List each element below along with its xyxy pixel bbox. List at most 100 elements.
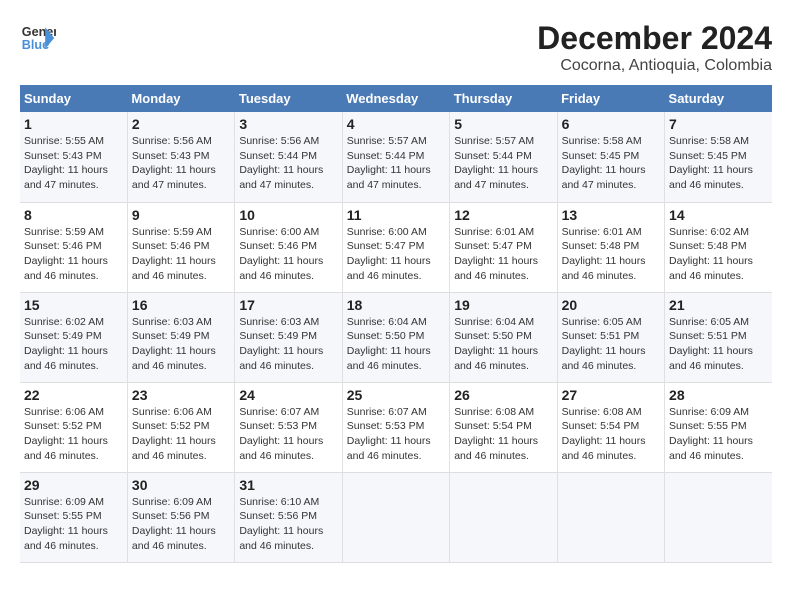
day-cell: 26Sunrise: 6:08 AM Sunset: 5:54 PM Dayli… [450, 382, 557, 472]
day-cell: 24 Sunrise: 6:07 AM Sunset: 5:53 PM Dayli… [235, 382, 342, 472]
day-number: 27 [562, 387, 660, 403]
day-info: Sunrise: 6:01 AM Sunset: 5:47 PM Dayligh… [454, 225, 552, 284]
day-info: Sunrise: 6:06 AM Sunset: 5:52 PM Dayligh… [132, 405, 230, 464]
day-info: Sunrise: 6:02 AM Sunset: 5:49 PM Dayligh… [24, 315, 123, 374]
day-cell: 28 Sunrise: 6:09 AM Sunset: 5:55 PM Dayli… [665, 382, 772, 472]
day-number: 6 [562, 116, 660, 132]
day-cell: 16 Sunrise: 6:03 AM Sunset: 5:49 PM Dayli… [127, 292, 234, 382]
day-info: Sunrise: 5:57 AM Sunset: 5:44 PM Dayligh… [454, 134, 552, 193]
main-title: December 2024 [537, 20, 772, 57]
calendar-table: SundayMondayTuesdayWednesdayThursdayFrid… [20, 85, 772, 563]
day-cell: 2 Sunrise: 5:56 AM Sunset: 5:43 PM Daylig… [127, 112, 234, 202]
day-info: Sunrise: 6:01 AM Sunset: 5:48 PM Dayligh… [562, 225, 660, 284]
day-cell [557, 472, 664, 562]
day-cell: 22 Sunrise: 6:06 AM Sunset: 5:52 PM Dayli… [20, 382, 127, 472]
day-cell: 4 Sunrise: 5:57 AM Sunset: 5:44 PM Daylig… [342, 112, 449, 202]
header-row: SundayMondayTuesdayWednesdayThursdayFrid… [20, 85, 772, 112]
day-number: 17 [239, 297, 337, 313]
day-number: 13 [562, 207, 660, 223]
day-cell: 17 Sunrise: 6:03 AM Sunset: 5:49 PM Dayli… [235, 292, 342, 382]
day-number: 19 [454, 297, 552, 313]
day-cell: 6 Sunrise: 5:58 AM Sunset: 5:45 PM Daylig… [557, 112, 664, 202]
day-info: Sunrise: 5:58 AM Sunset: 5:45 PM Dayligh… [669, 134, 768, 193]
col-header-friday: Friday [557, 85, 664, 112]
day-cell: 15Sunrise: 6:02 AM Sunset: 5:49 PM Dayli… [20, 292, 127, 382]
svg-text:Blue: Blue [22, 38, 49, 52]
day-number: 18 [347, 297, 445, 313]
day-number: 22 [24, 387, 123, 403]
day-cell [342, 472, 449, 562]
day-number: 25 [347, 387, 445, 403]
day-info: Sunrise: 6:09 AM Sunset: 5:55 PM Dayligh… [24, 495, 123, 554]
day-info: Sunrise: 6:05 AM Sunset: 5:51 PM Dayligh… [669, 315, 768, 374]
day-cell: 19 Sunrise: 6:04 AM Sunset: 5:50 PM Dayli… [450, 292, 557, 382]
day-info: Sunrise: 6:00 AM Sunset: 5:46 PM Dayligh… [239, 225, 337, 284]
day-number: 9 [132, 207, 230, 223]
week-row-4: 22 Sunrise: 6:06 AM Sunset: 5:52 PM Dayli… [20, 382, 772, 472]
day-info: Sunrise: 6:00 AM Sunset: 5:47 PM Dayligh… [347, 225, 445, 284]
day-cell: 18 Sunrise: 6:04 AM Sunset: 5:50 PM Dayli… [342, 292, 449, 382]
day-info: Sunrise: 5:58 AM Sunset: 5:45 PM Dayligh… [562, 134, 660, 193]
col-header-wednesday: Wednesday [342, 85, 449, 112]
day-number: 8 [24, 207, 123, 223]
day-cell: 1 Sunrise: 5:55 AM Sunset: 5:43 PM Daylig… [20, 112, 127, 202]
day-info: Sunrise: 5:59 AM Sunset: 5:46 PM Dayligh… [24, 225, 123, 284]
logo: General Blue [20, 20, 56, 56]
day-info: Sunrise: 6:09 AM Sunset: 5:55 PM Dayligh… [669, 405, 768, 464]
day-info: Sunrise: 6:09 AM Sunset: 5:56 PM Dayligh… [132, 495, 230, 554]
day-cell: 31 Sunrise: 6:10 AM Sunset: 5:56 PM Dayli… [235, 472, 342, 562]
day-info: Sunrise: 6:03 AM Sunset: 5:49 PM Dayligh… [132, 315, 230, 374]
day-cell: 20 Sunrise: 6:05 AM Sunset: 5:51 PM Dayli… [557, 292, 664, 382]
logo-icon: General Blue [20, 20, 56, 56]
day-number: 10 [239, 207, 337, 223]
day-cell: 27 Sunrise: 6:08 AM Sunset: 5:54 PM Dayli… [557, 382, 664, 472]
subtitle: Cocorna, Antioquia, Colombia [537, 57, 772, 75]
day-number: 4 [347, 116, 445, 132]
day-cell: 25 Sunrise: 6:07 AM Sunset: 5:53 PM Dayli… [342, 382, 449, 472]
day-number: 2 [132, 116, 230, 132]
day-info: Sunrise: 6:04 AM Sunset: 5:50 PM Dayligh… [454, 315, 552, 374]
day-info: Sunrise: 6:03 AM Sunset: 5:49 PM Dayligh… [239, 315, 337, 374]
day-number: 23 [132, 387, 230, 403]
day-info: Sunrise: 6:05 AM Sunset: 5:51 PM Dayligh… [562, 315, 660, 374]
day-number: 31 [239, 477, 337, 493]
day-number: 29 [24, 477, 123, 493]
day-number: 26 [454, 387, 552, 403]
day-cell: 13 Sunrise: 6:01 AM Sunset: 5:48 PM Dayli… [557, 202, 664, 292]
day-number: 21 [669, 297, 768, 313]
day-cell: 23 Sunrise: 6:06 AM Sunset: 5:52 PM Dayli… [127, 382, 234, 472]
day-cell: 8 Sunrise: 5:59 AM Sunset: 5:46 PM Daylig… [20, 202, 127, 292]
day-cell: 10 Sunrise: 6:00 AM Sunset: 5:46 PM Dayli… [235, 202, 342, 292]
day-number: 28 [669, 387, 768, 403]
day-info: Sunrise: 6:10 AM Sunset: 5:56 PM Dayligh… [239, 495, 337, 554]
day-number: 16 [132, 297, 230, 313]
day-info: Sunrise: 6:07 AM Sunset: 5:53 PM Dayligh… [347, 405, 445, 464]
day-info: Sunrise: 5:57 AM Sunset: 5:44 PM Dayligh… [347, 134, 445, 193]
day-info: Sunrise: 5:55 AM Sunset: 5:43 PM Dayligh… [24, 134, 123, 193]
day-cell [450, 472, 557, 562]
day-info: Sunrise: 5:59 AM Sunset: 5:46 PM Dayligh… [132, 225, 230, 284]
day-cell: 3 Sunrise: 5:56 AM Sunset: 5:44 PM Daylig… [235, 112, 342, 202]
day-cell: 5Sunrise: 5:57 AM Sunset: 5:44 PM Daylig… [450, 112, 557, 202]
day-number: 24 [239, 387, 337, 403]
day-number: 12 [454, 207, 552, 223]
col-header-monday: Monday [127, 85, 234, 112]
day-cell: 14Sunrise: 6:02 AM Sunset: 5:48 PM Dayli… [665, 202, 772, 292]
day-cell: 7Sunrise: 5:58 AM Sunset: 5:45 PM Daylig… [665, 112, 772, 202]
day-info: Sunrise: 5:56 AM Sunset: 5:44 PM Dayligh… [239, 134, 337, 193]
title-area: December 2024 Cocorna, Antioquia, Colomb… [537, 20, 772, 75]
day-number: 1 [24, 116, 123, 132]
day-number: 3 [239, 116, 337, 132]
day-info: Sunrise: 6:04 AM Sunset: 5:50 PM Dayligh… [347, 315, 445, 374]
col-header-sunday: Sunday [20, 85, 127, 112]
day-number: 20 [562, 297, 660, 313]
day-info: Sunrise: 6:07 AM Sunset: 5:53 PM Dayligh… [239, 405, 337, 464]
week-row-2: 8 Sunrise: 5:59 AM Sunset: 5:46 PM Daylig… [20, 202, 772, 292]
day-cell: 9 Sunrise: 5:59 AM Sunset: 5:46 PM Daylig… [127, 202, 234, 292]
day-cell [665, 472, 772, 562]
day-info: Sunrise: 6:06 AM Sunset: 5:52 PM Dayligh… [24, 405, 123, 464]
day-info: Sunrise: 6:02 AM Sunset: 5:48 PM Dayligh… [669, 225, 768, 284]
day-cell: 11Sunrise: 6:00 AM Sunset: 5:47 PM Dayli… [342, 202, 449, 292]
day-info: Sunrise: 6:08 AM Sunset: 5:54 PM Dayligh… [562, 405, 660, 464]
day-info: Sunrise: 5:56 AM Sunset: 5:43 PM Dayligh… [132, 134, 230, 193]
